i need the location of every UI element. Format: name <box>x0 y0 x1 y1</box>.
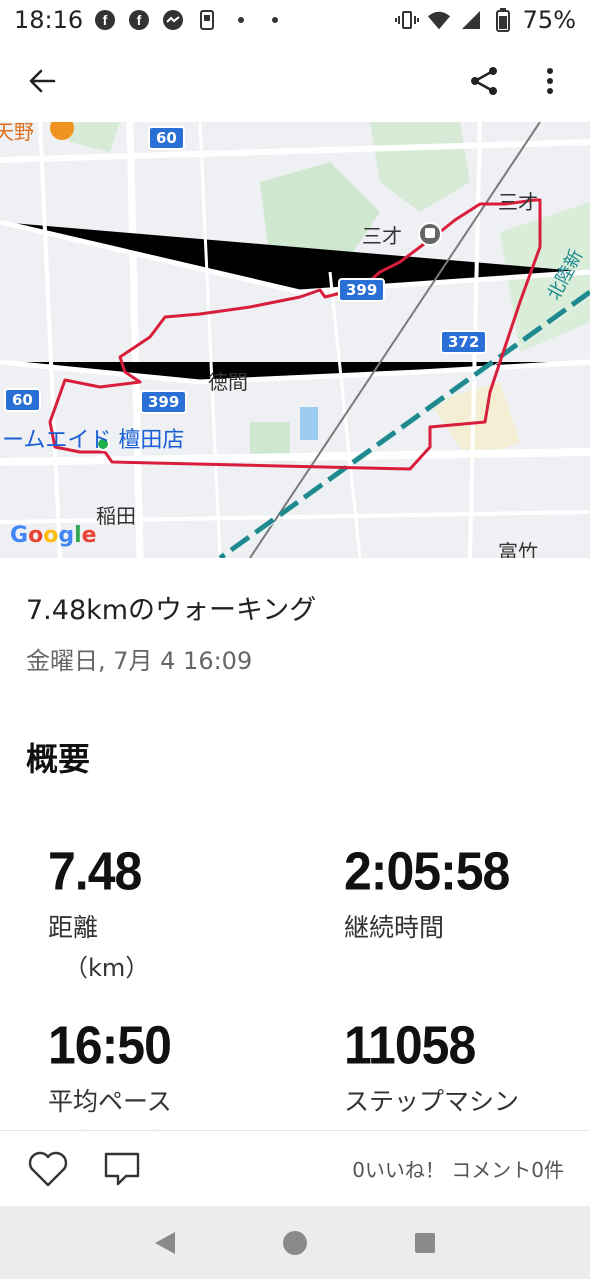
dot-icon <box>263 8 287 32</box>
nav-recents-button[interactable] <box>405 1223 445 1263</box>
comment-button[interactable] <box>100 1147 144 1191</box>
nav-recents-icon <box>415 1232 435 1253</box>
dot-icon <box>229 8 253 32</box>
road-badge-372: 372 <box>440 330 488 354</box>
map-label-shop-partial: 天野 <box>0 122 34 144</box>
route-map[interactable]: 天野 三才 三才 徳間 ームエイド 檀田店 稲田 富竹 北陸新 60 60 39… <box>0 122 590 558</box>
stat-unit: （km） <box>64 954 150 982</box>
likes-comments-summary[interactable]: 0いいね！ コメント0件 <box>352 1154 564 1183</box>
stat-label: ステップマシン <box>344 1087 520 1116</box>
overview-heading: 概要 <box>26 740 91 778</box>
stat-value: 7.48 <box>48 841 142 902</box>
back-button[interactable] <box>18 57 66 105</box>
status-time: 18:16 <box>14 6 84 34</box>
more-options-button[interactable] <box>528 59 572 103</box>
vibrate-icon <box>394 8 419 32</box>
messenger-icon <box>161 8 185 32</box>
facebook-icon: f <box>127 8 151 32</box>
nav-back-icon <box>155 1231 175 1254</box>
nav-home-button[interactable] <box>275 1223 315 1263</box>
stat-value: 2:05:58 <box>344 841 510 902</box>
battery-percent: 75% <box>522 6 576 34</box>
map-label-sansai-station: 三才 <box>362 224 402 248</box>
stat-value: 16:50 <box>48 1015 172 1076</box>
nav-home-icon <box>283 1230 307 1255</box>
status-bar: 18:16 f f 75% <box>0 0 590 40</box>
social-bar: 0いいね！ コメント0件 <box>0 1130 590 1206</box>
stat-value: 11058 <box>344 1015 476 1076</box>
stat-label: 平均ペース <box>48 1087 172 1116</box>
map-label-store: ームエイド 檀田店 <box>2 428 185 453</box>
battery-icon <box>491 8 515 32</box>
road-badge-399: 399 <box>338 278 386 302</box>
facebook-icon: f <box>93 8 117 32</box>
nav-back-button[interactable] <box>145 1223 185 1263</box>
workout-header: 7.48kmのウォーキング 金曜日, 7月 4 16:09 <box>26 588 316 676</box>
stat-label: 距離 <box>48 913 99 942</box>
svg-text:f: f <box>103 12 108 28</box>
road-badge-60: 60 <box>4 388 41 412</box>
signal-icon <box>459 8 483 32</box>
road-badge-399: 399 <box>140 390 188 414</box>
more-vert-icon <box>547 68 553 94</box>
stat-label: 継続時間 <box>344 913 445 942</box>
comment-icon <box>104 1152 140 1185</box>
app-icon <box>195 8 219 32</box>
stat-distance: 7.48 距離 （km） <box>48 840 149 983</box>
heart-icon <box>28 1151 68 1186</box>
map-label-sansai: 三才 <box>498 190 538 214</box>
workout-title: 7.48kmのウォーキング <box>26 595 317 626</box>
map-label-inada: 稲田 <box>96 504 136 528</box>
map-label-tomitake: 富竹 <box>498 540 538 558</box>
system-nav-bar <box>0 1206 590 1279</box>
share-button[interactable] <box>462 59 506 103</box>
notification-icons: f f <box>93 8 287 32</box>
wifi-icon <box>427 8 451 32</box>
stat-steps: 11058 ステップマシン <box>344 1014 519 1118</box>
stat-duration: 2:05:58 継続時間 <box>344 840 510 944</box>
arrow-left-icon <box>29 69 56 93</box>
app-bar <box>0 40 590 122</box>
workout-date: 金曜日, 7月 4 16:09 <box>26 647 253 675</box>
road-badge-60: 60 <box>148 126 185 150</box>
google-logo: Google <box>10 523 97 548</box>
share-icon <box>471 67 497 95</box>
like-button[interactable] <box>26 1147 70 1191</box>
svg-text:f: f <box>137 12 142 28</box>
map-label-tokuma: 徳間 <box>208 370 248 394</box>
